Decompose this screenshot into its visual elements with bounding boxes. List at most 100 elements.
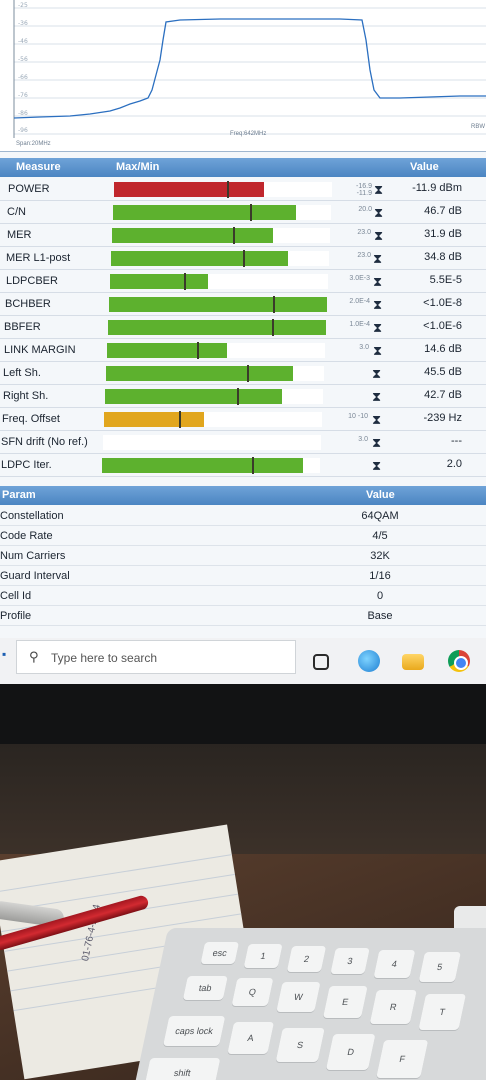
measurement-value: 45.5 dB — [424, 366, 462, 378]
measurement-bar-fill — [106, 366, 293, 381]
key: W — [276, 982, 321, 1012]
hourglass-icon[interactable]: ⧗ — [373, 251, 382, 267]
value-column-header: Value — [410, 161, 439, 173]
param-label: Num Carriers — [0, 550, 66, 562]
param-value: Base — [367, 610, 393, 622]
key: E — [322, 986, 368, 1018]
min-max-marker — [179, 411, 181, 428]
measurement-row: POWER -16.9 -11.9 ⧗ -11.9 dBm — [0, 178, 486, 201]
hourglass-icon[interactable]: ⧗ — [373, 320, 382, 336]
key: R — [369, 990, 417, 1024]
chrome-icon[interactable] — [448, 650, 470, 672]
hourglass-icon[interactable]: ⧗ — [373, 297, 382, 313]
hourglass-icon[interactable]: ⧗ — [374, 205, 383, 221]
measurement-label: C/N — [7, 206, 26, 218]
hourglass-icon[interactable]: ⧗ — [372, 366, 381, 382]
param-row: Profile Base — [0, 606, 486, 626]
hourglass-icon[interactable]: ⧗ — [372, 412, 381, 428]
min-max-marker — [237, 388, 239, 405]
measure-column-header: Measure — [16, 161, 61, 173]
threshold-label: -16.9 -11.9 — [356, 183, 372, 197]
hourglass-icon[interactable]: ⧗ — [372, 389, 381, 405]
threshold-label: 23.0 — [357, 252, 371, 259]
measurement-label: BBFER — [4, 321, 41, 333]
measurement-bar-track — [114, 181, 332, 198]
key: A — [227, 1022, 275, 1054]
key: caps lock — [162, 1016, 226, 1046]
measurement-row: BBFER 1.0E-4 ⧗ <1.0E-6 — [0, 316, 486, 339]
measurement-bar-fill — [102, 458, 303, 473]
measurement-row: C/N 20.0 ⧗ 46.7 dB — [0, 201, 486, 224]
db-tick: -36 — [18, 20, 28, 27]
min-max-marker — [233, 227, 235, 244]
param-column-header: Param — [2, 489, 36, 501]
measurement-bar-fill — [111, 251, 288, 266]
param-label: Profile — [0, 610, 32, 622]
hourglass-icon[interactable]: ⧗ — [373, 343, 382, 359]
param-value: 1/16 — [369, 570, 391, 582]
edge-icon[interactable] — [358, 650, 380, 672]
measurement-bar-track — [106, 365, 324, 382]
spectrum-trace — [13, 18, 486, 119]
threshold-label: 3.0 — [358, 436, 368, 443]
threshold-label: 2.0E-4 — [349, 298, 370, 305]
param-table-header: Param Value — [0, 486, 486, 505]
measurement-bar-fill — [112, 228, 273, 243]
measurement-bar-track — [105, 388, 323, 405]
task-view-icon[interactable] — [313, 654, 329, 670]
measurement-row: MER L1-post 23.0 ⧗ 34.8 dB — [0, 247, 486, 270]
measurement-label: LDPCBER — [6, 275, 58, 287]
param-row: Constellation 64QAM — [0, 506, 486, 526]
spectrum-plot: -25 -36 -46 -56 -66 -76 -86 -96 Span:20M… — [0, 0, 486, 152]
search-icon: ⚲ — [29, 649, 39, 664]
min-max-marker — [227, 181, 229, 198]
windows-start-icon[interactable]: ▪ — [2, 647, 6, 661]
measurement-row: MER 23.0 ⧗ 31.9 dB — [0, 224, 486, 247]
param-label: Constellation — [0, 510, 64, 522]
param-value: 0 — [376, 590, 384, 602]
search-placeholder: Type here to search — [51, 651, 158, 665]
measurement-value: 34.8 dB — [424, 251, 462, 263]
measurement-label: MER — [7, 229, 32, 241]
min-max-marker — [247, 365, 249, 382]
hourglass-icon[interactable]: ⧗ — [374, 228, 383, 244]
min-max-marker — [252, 457, 254, 474]
key: 4 — [373, 950, 416, 978]
file-explorer-icon[interactable] — [402, 654, 424, 670]
param-label: Code Rate — [0, 530, 53, 542]
measurement-label: MER L1-post — [6, 252, 71, 264]
min-max-marker — [243, 250, 245, 267]
key: tab — [182, 976, 228, 1000]
threshold-label: 3.0 — [359, 344, 369, 351]
measurement-bar-fill — [114, 182, 264, 197]
measurement-value: 14.6 dB — [424, 343, 462, 355]
measurement-row: LINK MARGIN 3.0 ⧗ 14.6 dB — [0, 339, 486, 362]
measurement-bar-track — [111, 250, 329, 267]
db-tick: -46 — [18, 38, 28, 45]
measurement-value: 5.5E-5 — [429, 274, 462, 286]
hourglass-icon[interactable]: ⧗ — [373, 274, 382, 290]
measurement-bar-track — [113, 204, 331, 221]
measurement-bar-fill — [104, 412, 204, 427]
param-value: 32K — [370, 550, 390, 562]
min-max-marker — [272, 319, 274, 336]
hourglass-icon[interactable]: ⧗ — [374, 182, 383, 198]
measurement-value: 42.7 dB — [424, 389, 462, 401]
measurement-label: SFN drift (No ref.) — [1, 436, 88, 448]
measurement-row: BCHBER 2.0E-4 ⧗ <1.0E-8 — [0, 293, 486, 316]
param-value-column-header: Value — [366, 489, 395, 501]
param-row: Guard Interval 1/16 — [0, 566, 486, 586]
measurement-bar-track — [110, 273, 328, 290]
hourglass-icon[interactable]: ⧗ — [372, 435, 381, 451]
measurement-bar-track — [112, 227, 330, 244]
measurement-value: 46.7 dB — [424, 205, 462, 217]
key: esc — [200, 942, 240, 964]
taskbar-search-box[interactable]: ⚲ Type here to search — [16, 640, 296, 674]
threshold-label: 20.0 — [358, 206, 372, 213]
measurement-bar-track — [108, 319, 326, 336]
measurement-value: <1.0E-6 — [423, 320, 462, 332]
measurement-bar-fill — [113, 205, 296, 220]
hourglass-icon[interactable]: ⧗ — [372, 458, 381, 474]
measurement-bar-fill — [109, 297, 327, 312]
measurement-bar-fill — [107, 343, 227, 358]
